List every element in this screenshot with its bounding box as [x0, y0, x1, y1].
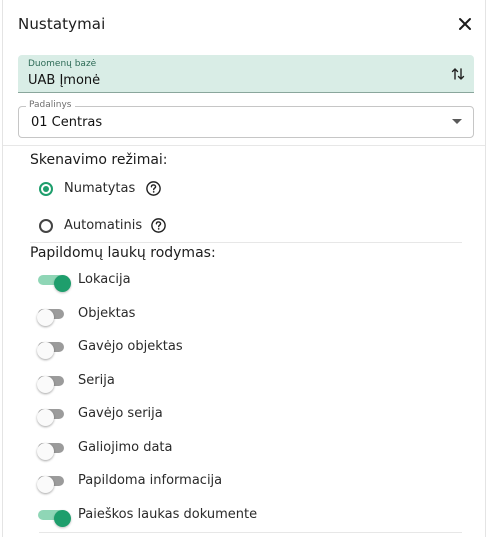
toggle-track: [37, 376, 64, 393]
toggle-thumb[interactable]: [37, 409, 54, 426]
dropdown-arrow-icon[interactable]: [452, 119, 462, 124]
divider: [3, 145, 485, 146]
toggle-track: [37, 409, 64, 426]
toggle-label: Paieškos laukas dokumente: [78, 507, 258, 522]
database-value: UAB Įmonė: [28, 73, 101, 88]
divider: [30, 242, 462, 243]
division-select[interactable]: Padalinys 01 Centras: [18, 100, 474, 138]
toggle-track: [38, 275, 71, 292]
division-value: 01 Centras: [31, 115, 103, 130]
swap-vertical-icon[interactable]: [450, 66, 466, 82]
help-icon[interactable]: [145, 180, 162, 197]
toggle-track: [37, 309, 64, 326]
extra-fields-title: Papildomų laukų rodymas:: [30, 245, 216, 261]
radio-button-selected[interactable]: [39, 182, 53, 196]
toggle-label: Objektas: [78, 306, 136, 321]
toggle-label: Lokacija: [78, 272, 131, 287]
scan-modes-title: Skenavimo režimai:: [30, 152, 168, 168]
toggle-thumb[interactable]: [54, 510, 71, 527]
toggle-thumb[interactable]: [37, 443, 54, 460]
database-label: Duomenų bazė: [28, 59, 97, 69]
toggle-track: [37, 443, 64, 460]
database-field[interactable]: Duomenų bazė UAB Įmonė: [18, 55, 474, 93]
settings-panel: Nustatymai Duomenų bazė UAB Įmonė Padali…: [2, 0, 486, 537]
help-icon[interactable]: [150, 217, 167, 234]
toggle-thumb[interactable]: [37, 476, 54, 493]
toggle-label: Galiojimo data: [78, 440, 173, 455]
toggle-label: Serija: [78, 373, 115, 388]
toggle-label: Papildoma informacija: [78, 473, 223, 488]
toggle-thumb[interactable]: [37, 309, 54, 326]
toggle-thumb[interactable]: [54, 275, 71, 292]
toggle-track: [37, 342, 64, 359]
toggle-label: Gavėjo serija: [78, 406, 163, 421]
division-label: Padalinys: [26, 100, 75, 110]
panel-title: Nustatymai: [18, 15, 106, 33]
toggle-track: [37, 476, 64, 493]
close-icon[interactable]: [455, 14, 475, 34]
toggle-track: [38, 510, 71, 527]
toggle-thumb[interactable]: [37, 342, 54, 359]
radio-button[interactable]: [39, 219, 53, 233]
radio-label: Automatinis: [64, 218, 143, 233]
toggle-thumb[interactable]: [37, 376, 54, 393]
panel-header: Nustatymai: [3, 0, 485, 50]
toggle-label: Gavėjo objektas: [78, 339, 183, 354]
divider: [39, 532, 462, 533]
radio-label: Numatytas: [64, 181, 136, 196]
